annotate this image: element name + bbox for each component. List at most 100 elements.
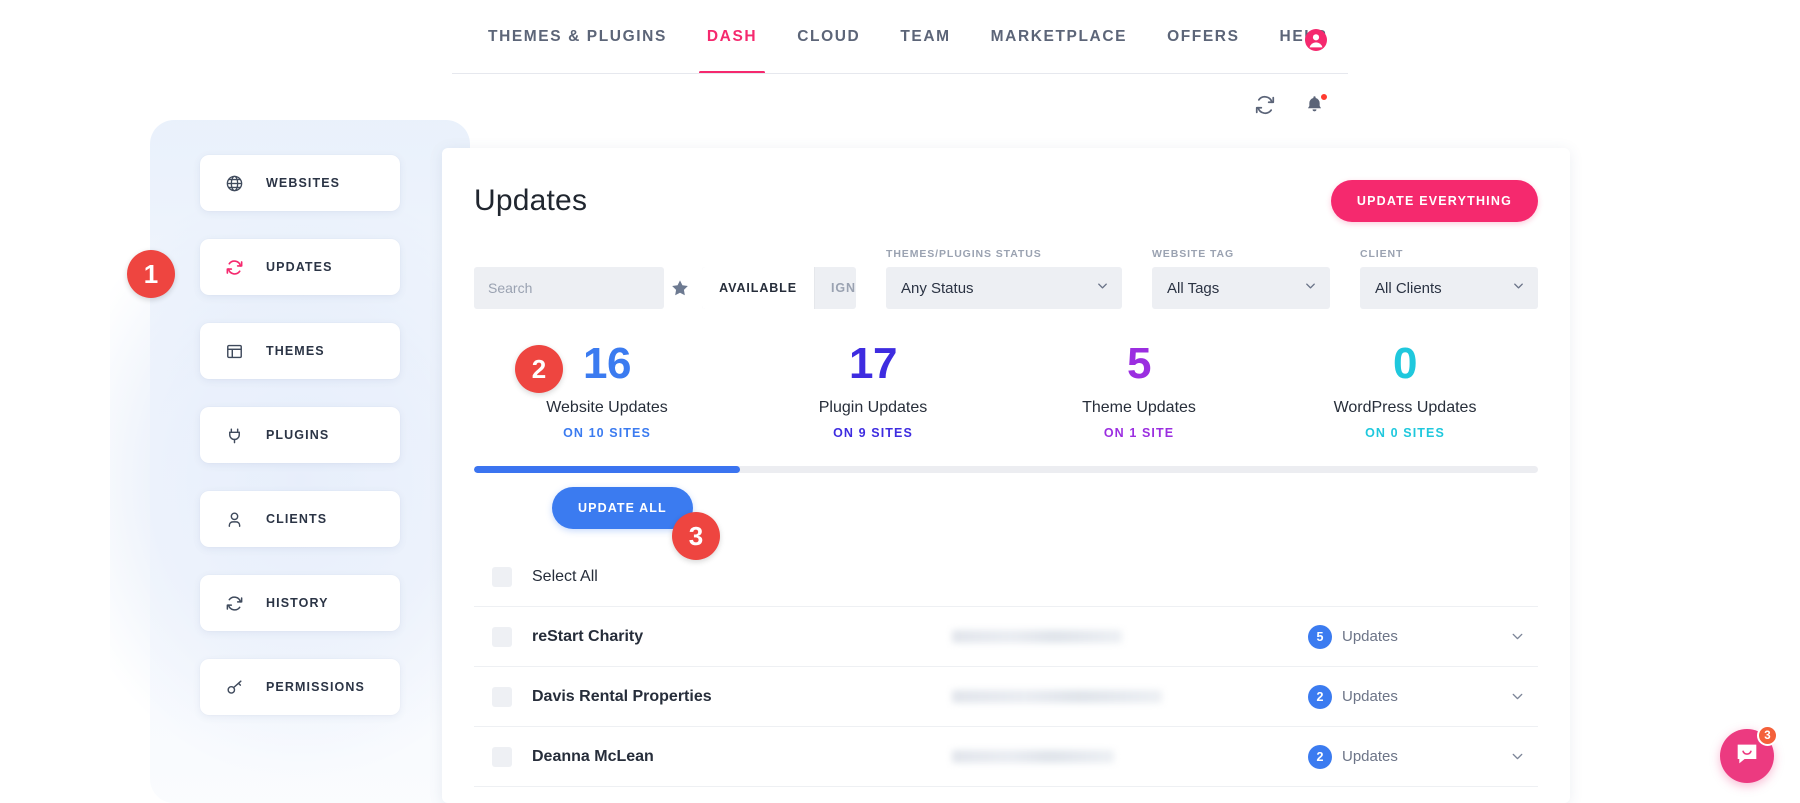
stats-summary: 16 Website Updates ON 10 SITES 17 Plugin…: [474, 341, 1538, 440]
chevron-down-icon: [1511, 279, 1526, 298]
updates-cell: 2 Updates: [1308, 685, 1498, 709]
panel-header: Updates UPDATE EVERYTHING: [474, 180, 1538, 222]
filter-themes-plugins-status: THEMES/PLUGINS STATUS Any Status: [886, 248, 1122, 309]
segment-available[interactable]: AVAILABLE: [702, 267, 814, 309]
stat-label: Plugin Updates: [740, 399, 1006, 417]
updates-count-badge: 2: [1308, 685, 1332, 709]
updates-label: Updates: [1342, 748, 1398, 765]
stat-value: 17: [740, 341, 1006, 387]
chevron-down-icon[interactable]: [1498, 688, 1538, 705]
update-everything-button[interactable]: UPDATE EVERYTHING: [1331, 180, 1538, 222]
plug-icon: [224, 425, 244, 445]
stat-label: Website Updates: [474, 399, 740, 417]
updates-label: Updates: [1342, 628, 1398, 645]
table-row[interactable]: Davis Rental Properties 2 Updates: [474, 667, 1538, 727]
chat-bubble-icon: [1734, 741, 1760, 772]
sidebar-item-plugins[interactable]: PLUGINS: [200, 407, 400, 463]
update-progress-track: [474, 466, 1538, 473]
stat-label: WordPress Updates: [1272, 399, 1538, 417]
nav-item-team[interactable]: TEAM: [880, 0, 970, 74]
segment-ignored[interactable]: IGNORED: [814, 267, 856, 309]
nav-item-cloud[interactable]: CLOUD: [777, 0, 880, 74]
stat-value: 16: [474, 341, 740, 387]
nav-item-themes-plugins[interactable]: THEMES & PLUGINS: [468, 0, 687, 74]
utility-icon-group: [1254, 94, 1326, 116]
chevron-down-icon[interactable]: [1498, 628, 1538, 645]
chat-unread-badge: 3: [1757, 725, 1778, 746]
stat-sublabel: ON 0 SITES: [1272, 426, 1538, 440]
sidebar-item-label: HISTORY: [266, 596, 329, 610]
person-icon: [224, 509, 244, 529]
nav-item-offers[interactable]: OFFERS: [1147, 0, 1259, 74]
table-row[interactable]: reStart Charity 5 Updates: [474, 607, 1538, 667]
stat-plugin-updates: 17 Plugin Updates ON 9 SITES: [740, 341, 1006, 440]
filter-label: WEBSITE TAG: [1152, 248, 1330, 260]
updates-cell: 5 Updates: [1308, 625, 1498, 649]
stat-wordpress-updates: 0 WordPress Updates ON 0 SITES: [1272, 341, 1538, 440]
sync-icon[interactable]: [1254, 94, 1276, 116]
site-list: Select All reStart Charity 5 Updates: [474, 547, 1538, 787]
update-all-button[interactable]: UPDATE ALL: [552, 487, 693, 529]
chevron-down-icon[interactable]: [1498, 748, 1538, 765]
layout-icon: [224, 341, 244, 361]
stat-website-updates: 16 Website Updates ON 10 SITES: [474, 341, 740, 440]
updates-label: Updates: [1342, 688, 1398, 705]
site-name: Davis Rental Properties: [532, 688, 952, 706]
table-row[interactable]: Deanna McLean 2 Updates: [474, 727, 1538, 787]
row-checkbox[interactable]: [492, 687, 512, 707]
updates-panel: Updates UPDATE EVERYTHING AVAILABLE IGNO…: [442, 148, 1570, 803]
star-icon[interactable]: [664, 267, 696, 309]
globe-icon: [224, 173, 244, 193]
site-url-redacted: [952, 750, 1308, 763]
site-url-redacted: [952, 690, 1308, 703]
annotation-marker-3: 3: [672, 512, 720, 560]
updates-count-badge: 5: [1308, 625, 1332, 649]
chat-widget-button[interactable]: 3: [1720, 729, 1774, 783]
sidebar-item-history[interactable]: HISTORY: [200, 575, 400, 631]
website-tag-select[interactable]: All Tags: [1152, 267, 1330, 309]
select-all-label: Select All: [532, 568, 952, 586]
updates-count-badge: 2: [1308, 745, 1332, 769]
annotation-marker-1: 1: [127, 250, 175, 298]
sidebar-item-label: UPDATES: [266, 260, 333, 274]
sidebar-item-updates[interactable]: UPDATES: [200, 239, 400, 295]
sidebar-item-label: PLUGINS: [266, 428, 329, 442]
row-checkbox[interactable]: [492, 747, 512, 767]
select-value: All Clients: [1375, 280, 1442, 297]
filter-client: CLIENT All Clients: [1360, 248, 1538, 309]
nav-item-marketplace[interactable]: MARKETPLACE: [971, 0, 1147, 74]
filter-website-tag: WEBSITE TAG All Tags: [1152, 248, 1330, 309]
key-icon: [224, 677, 244, 697]
search-input[interactable]: [474, 267, 664, 309]
page-root: THEMES & PLUGINS DASH CLOUD TEAM MARKETP…: [0, 0, 1800, 803]
filter-label: CLIENT: [1360, 248, 1538, 260]
sidebar-item-permissions[interactable]: PERMISSIONS: [200, 659, 400, 715]
sidebar-item-label: THEMES: [266, 344, 325, 358]
themes-plugins-status-select[interactable]: Any Status: [886, 267, 1122, 309]
updates-cell: 2 Updates: [1308, 745, 1498, 769]
top-navigation: THEMES & PLUGINS DASH CLOUD TEAM MARKETP…: [452, 0, 1348, 76]
select-value: All Tags: [1167, 280, 1219, 297]
sidebar-item-themes[interactable]: THEMES: [200, 323, 400, 379]
filter-label: THEMES/PLUGINS STATUS: [886, 248, 1122, 260]
client-select[interactable]: All Clients: [1360, 267, 1538, 309]
stat-sublabel: ON 1 SITE: [1006, 426, 1272, 440]
stat-theme-updates: 5 Theme Updates ON 1 SITE: [1006, 341, 1272, 440]
select-value: Any Status: [901, 280, 974, 297]
refresh-icon: [224, 593, 244, 613]
select-all-row: Select All: [474, 547, 1538, 607]
site-name: Deanna McLean: [532, 748, 952, 766]
sidebar-item-label: CLIENTS: [266, 512, 327, 526]
sidebar-item-clients[interactable]: CLIENTS: [200, 491, 400, 547]
refresh-icon: [224, 257, 244, 277]
bell-icon[interactable]: [1304, 94, 1326, 116]
select-all-checkbox[interactable]: [492, 567, 512, 587]
stat-value: 0: [1272, 341, 1538, 387]
user-circle-icon[interactable]: [1304, 28, 1328, 52]
nav-item-dash[interactable]: DASH: [687, 0, 777, 74]
page-title: Updates: [474, 184, 587, 218]
filter-bar: AVAILABLE IGNORED THEMES/PLUGINS STATUS …: [474, 248, 1538, 309]
update-progress-fill: [474, 466, 740, 473]
sidebar-item-websites[interactable]: WEBSITES: [200, 155, 400, 211]
row-checkbox[interactable]: [492, 627, 512, 647]
